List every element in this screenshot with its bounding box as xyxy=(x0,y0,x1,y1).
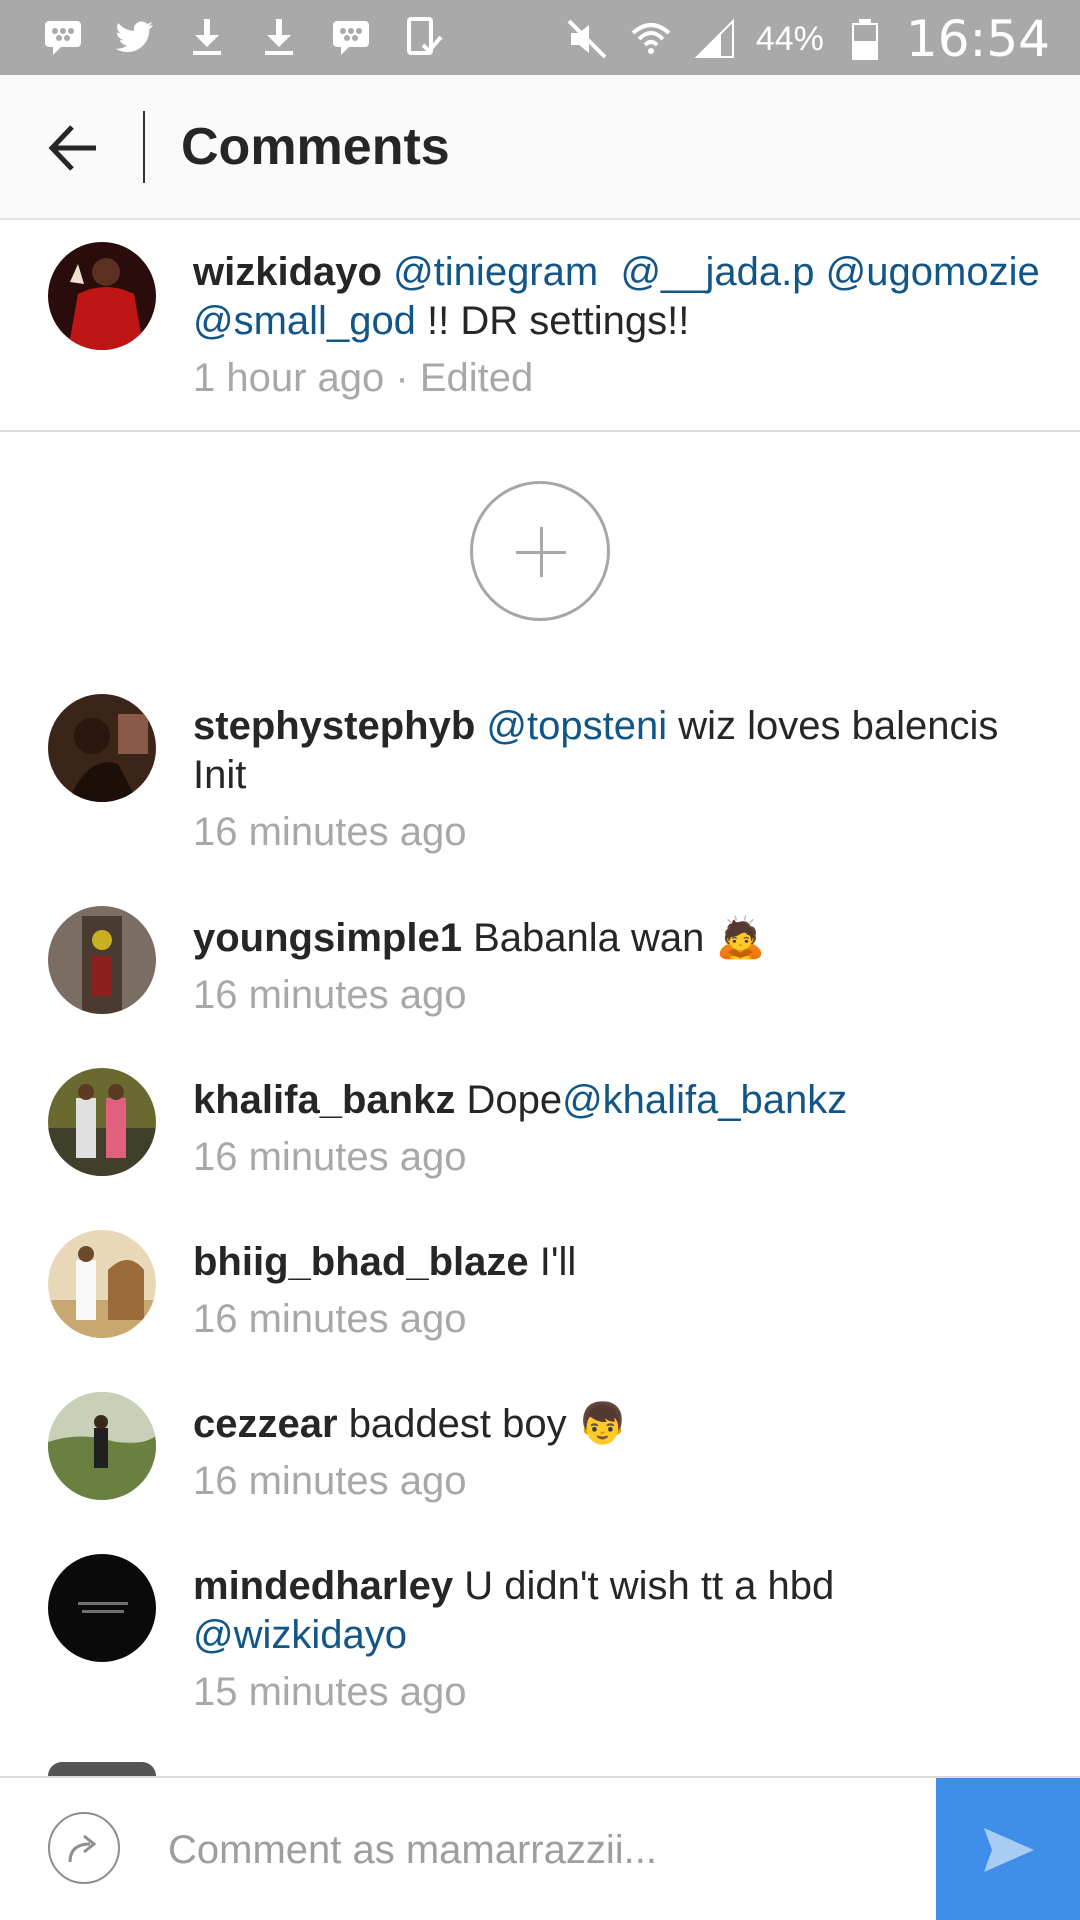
bbm-icon xyxy=(40,14,86,60)
comment-input[interactable] xyxy=(168,1818,928,1882)
comment-body: Babanla wan 🙇 xyxy=(473,916,766,960)
timestamp: 16 minutes ago xyxy=(193,810,467,854)
comment-text: bhiig_bhad_blaze I'll 16 minutes ago xyxy=(193,1238,1040,1343)
username[interactable]: wizkidayo xyxy=(193,250,382,294)
arrow-left-icon xyxy=(48,125,96,171)
app-bar: Comments xyxy=(0,75,1080,220)
share-button[interactable] xyxy=(48,1812,120,1884)
avatar[interactable] xyxy=(48,906,156,1014)
avatar[interactable] xyxy=(48,1554,156,1662)
post-caption: wizkidayo @tiniegram @__jada.p @ugomozie… xyxy=(0,220,1080,432)
timestamp: 16 minutes ago xyxy=(193,973,467,1017)
battery-icon xyxy=(842,16,888,62)
status-bar: 44% 16:54 xyxy=(0,0,1080,75)
download-icon xyxy=(256,14,302,60)
mention[interactable]: @khalifa_bankz xyxy=(562,1078,847,1122)
screenshot-icon xyxy=(400,14,446,60)
username[interactable]: mindedharley xyxy=(193,1564,453,1608)
comment-composer xyxy=(0,1776,1080,1920)
avatar[interactable] xyxy=(48,242,156,350)
page-title: Comments xyxy=(181,118,450,176)
timestamp: 15 minutes ago xyxy=(193,1670,467,1714)
username[interactable]: stephystephyb xyxy=(193,704,475,748)
wifi-icon xyxy=(628,16,674,62)
mention[interactable]: @tiniegram xyxy=(393,250,598,294)
username[interactable]: khalifa_bankz xyxy=(193,1078,455,1122)
comment-body: I'll xyxy=(539,1240,577,1284)
share-icon xyxy=(68,1834,97,1863)
signal-icon xyxy=(692,16,738,62)
bbm-icon xyxy=(328,14,374,60)
system-icons: 44% 16:54 xyxy=(564,10,1050,68)
mention[interactable]: @small_god xyxy=(193,299,416,343)
username[interactable]: bhiig_bhad_blaze xyxy=(193,1240,529,1284)
mute-icon xyxy=(564,16,610,62)
separator: · xyxy=(384,356,420,400)
comment-body: Dope xyxy=(466,1078,563,1122)
avatar[interactable] xyxy=(48,1392,156,1500)
mention[interactable]: @__jada.p xyxy=(620,250,814,294)
divider xyxy=(143,111,145,183)
username[interactable]: cezzear xyxy=(193,1402,338,1446)
comment-text: mindedharley U didn't wish tt a hbd @wiz… xyxy=(193,1562,1040,1716)
timestamp: 16 minutes ago xyxy=(193,1135,467,1179)
download-icon xyxy=(184,14,230,60)
load-more-comments-button[interactable] xyxy=(470,481,610,621)
twitter-icon xyxy=(112,14,158,60)
avatar[interactable] xyxy=(48,1068,156,1176)
caption-text-body: !! DR settings!! xyxy=(415,299,690,343)
comment-text: cezzear baddest boy 👦 16 minutes ago xyxy=(193,1400,1040,1505)
send-button[interactable] xyxy=(936,1778,1080,1920)
clock: 16:54 xyxy=(905,10,1050,68)
edited-label: Edited xyxy=(419,356,534,400)
avatar[interactable] xyxy=(48,1762,156,1776)
comment-body: U didn't wish tt a hbd xyxy=(464,1564,835,1608)
avatar[interactable] xyxy=(48,1230,156,1338)
back-button[interactable] xyxy=(40,115,106,181)
mention[interactable]: @ugomozie xyxy=(826,250,1040,294)
mention[interactable]: @topsteni xyxy=(486,704,667,748)
timestamp: 1 hour ago xyxy=(193,356,385,400)
comment-text: stephystephyb @topsteni wiz loves balenc… xyxy=(193,702,1040,856)
timestamp: 16 minutes ago xyxy=(193,1297,467,1341)
notification-icons xyxy=(40,14,446,60)
comment-body: baddest boy 👦 xyxy=(348,1402,628,1446)
send-icon xyxy=(984,1828,1034,1872)
caption-text: wizkidayo @tiniegram @__jada.p @ugomozie… xyxy=(193,248,1040,402)
timestamp: 16 minutes ago xyxy=(193,1459,467,1503)
mention[interactable]: @wizkidayo xyxy=(193,1613,407,1657)
avatar[interactable] xyxy=(48,694,156,802)
comment-text: khalifa_bankz Dope@khalifa_bankz 16 minu… xyxy=(193,1076,1040,1181)
battery-percent: 44% xyxy=(755,19,824,58)
caption-meta: 1 hour ago · Edited xyxy=(193,354,1040,402)
comment-text: youngsimple1 Babanla wan 🙇 16 minutes ag… xyxy=(193,914,1040,1019)
username[interactable]: youngsimple1 xyxy=(193,916,462,960)
